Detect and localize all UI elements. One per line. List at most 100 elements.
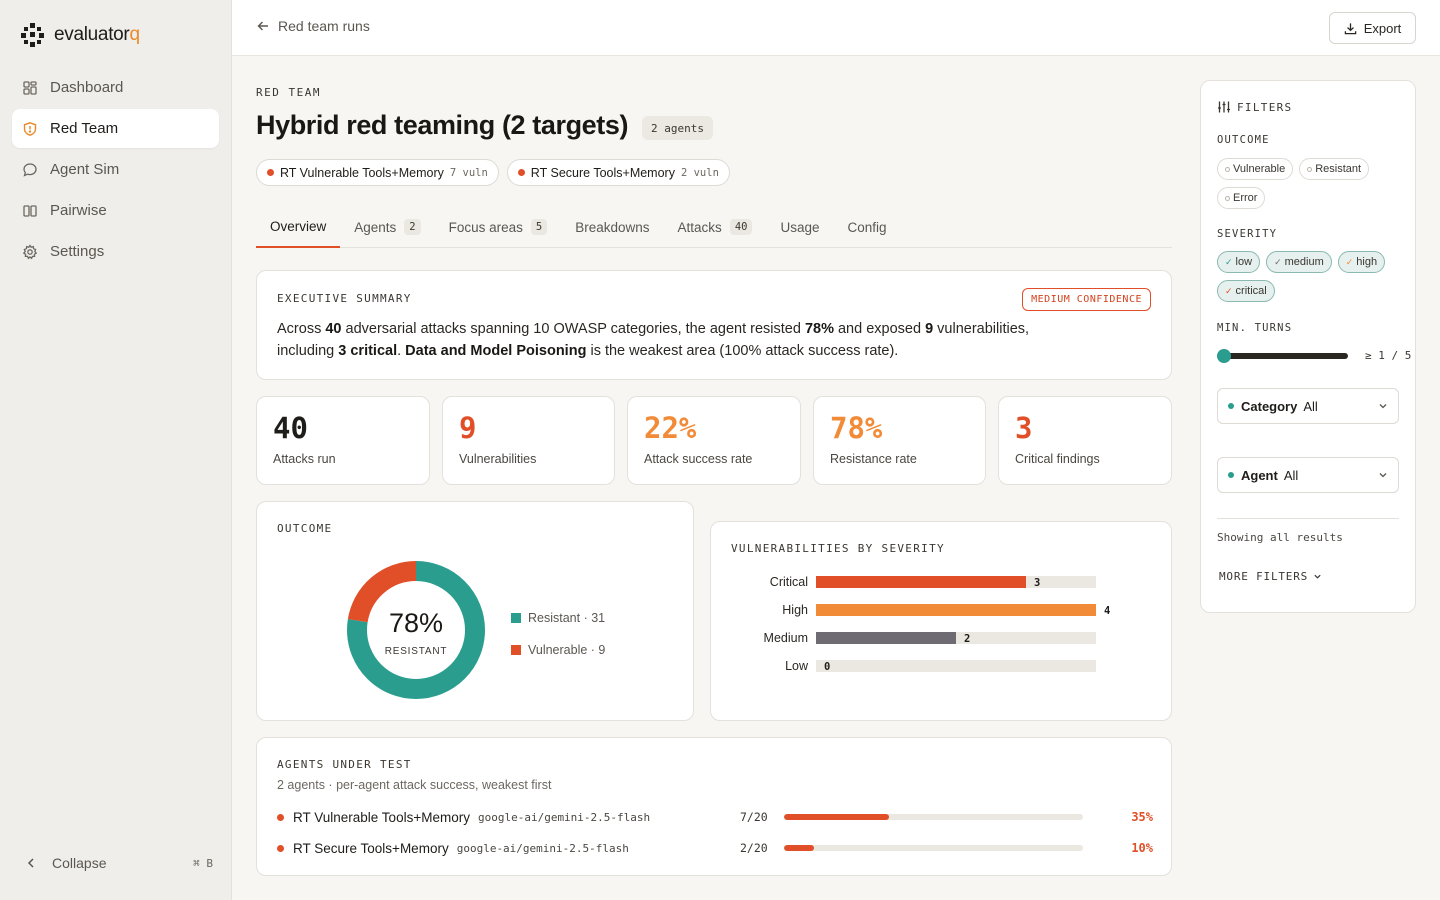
more-filters-button[interactable]: MORE FILTERS bbox=[1219, 570, 1322, 583]
filter-chip-low[interactable]: ✓ low bbox=[1217, 251, 1261, 273]
agent-name: RT Secure Tools+Memory bbox=[293, 840, 449, 856]
export-label: Export bbox=[1363, 20, 1402, 36]
target-vuln-count: 2 vuln bbox=[680, 166, 719, 179]
target-vuln-count: 7 vuln bbox=[449, 166, 488, 179]
chevron-down-icon bbox=[1379, 473, 1387, 478]
filter-chip-resistant[interactable]: Resistant bbox=[1299, 158, 1370, 180]
chip-label: critical bbox=[1235, 285, 1267, 297]
target-chip[interactable]: RT Vulnerable Tools+Memory 7 vuln bbox=[256, 159, 499, 186]
bar-critical bbox=[816, 576, 1026, 588]
filter-chip-critical[interactable]: ✓ critical bbox=[1217, 280, 1275, 302]
tab-usage[interactable]: Usage bbox=[766, 206, 833, 248]
agent-ratio: 2/20 bbox=[740, 841, 768, 855]
filter-chip-high[interactable]: ✓ high bbox=[1337, 251, 1386, 273]
agent-select[interactable]: Agent All bbox=[1217, 457, 1399, 493]
tab-breakdowns[interactable]: Breakdowns bbox=[561, 206, 663, 248]
target-name: RT Secure Tools+Memory bbox=[530, 165, 675, 180]
filter-chip-medium[interactable]: ✓ medium bbox=[1266, 251, 1332, 273]
filters-title: FILTERS bbox=[1237, 100, 1293, 114]
bar-value-high: 4 bbox=[1104, 605, 1110, 617]
filter-chip-vulnerable[interactable]: Vulnerable bbox=[1217, 158, 1294, 180]
status-dot bbox=[1228, 472, 1234, 478]
legend-item-resistant: Resistant · 31 bbox=[511, 602, 605, 634]
tab-label: Breakdowns bbox=[575, 219, 650, 235]
outcome-donut-chart: 78% RESISTANT bbox=[347, 561, 485, 699]
sidebar-item-label: Agent Sim bbox=[50, 161, 120, 178]
sidebar-item-red-team[interactable]: Red Team bbox=[12, 109, 219, 148]
logo-icon bbox=[21, 23, 44, 47]
bar-label-medium: Medium bbox=[764, 631, 808, 645]
stat-label: Critical findings bbox=[1015, 452, 1100, 466]
results-status: Showing all results bbox=[1217, 531, 1343, 544]
tab-config[interactable]: Config bbox=[834, 206, 901, 248]
tab-badge: 2 bbox=[404, 219, 421, 235]
agent-row[interactable]: RT Vulnerable Tools+Memory google-ai/gem… bbox=[277, 807, 1153, 827]
target-chip[interactable]: RT Secure Tools+Memory 2 vuln bbox=[506, 159, 730, 186]
tab-attacks[interactable]: Attacks 40 bbox=[664, 206, 767, 248]
tab-label: Agents bbox=[354, 219, 397, 235]
collapse-button[interactable]: Collapse ⌘ B bbox=[12, 848, 219, 878]
agents-under-test-card: AGENTS UNDER TEST 2 agents · per-agent a… bbox=[256, 737, 1172, 876]
tab-agents[interactable]: Agents 2 bbox=[340, 206, 434, 248]
more-filters-label: MORE FILTERS bbox=[1219, 570, 1309, 583]
severity-card: VULNERABILITIES BY SEVERITY Critical 3 Hig… bbox=[710, 521, 1172, 721]
agent-success-pct: 35% bbox=[1131, 810, 1153, 824]
tab-focus-areas[interactable]: Focus areas 5 bbox=[435, 206, 562, 248]
stat-label: Vulnerabilities bbox=[459, 452, 537, 466]
bar-value-critical: 3 bbox=[1034, 577, 1040, 589]
legend-swatch bbox=[511, 613, 521, 623]
filter-min-turns-label: MIN. TURNS bbox=[1217, 322, 1293, 334]
status-dot bbox=[1228, 403, 1234, 409]
export-button[interactable]: Export bbox=[1329, 12, 1416, 44]
sidebar-item-settings[interactable]: Settings bbox=[12, 232, 219, 271]
chip-label: Resistant bbox=[1315, 163, 1362, 175]
filters-header: FILTERS bbox=[1217, 100, 1292, 114]
sidebar-item-dashboard[interactable]: Dashboard bbox=[12, 68, 219, 107]
slider-thumb[interactable] bbox=[1217, 349, 1231, 363]
min-turns-slider[interactable]: ≥ 1 / 5 bbox=[1217, 349, 1413, 363]
legend-item-vulnerable: Vulnerable · 9 bbox=[511, 634, 605, 666]
tab-label: Config bbox=[847, 219, 887, 235]
stat-value: 3 bbox=[1015, 411, 1033, 445]
agent-ratio: 7/20 bbox=[740, 810, 768, 824]
select-label: Category bbox=[1241, 398, 1298, 414]
target-chips: RT Vulnerable Tools+Memory 7 vuln RT Sec… bbox=[256, 159, 730, 186]
chip-label: Vulnerable bbox=[1233, 163, 1286, 175]
gear-icon bbox=[22, 243, 38, 259]
donut-legend: Resistant · 31 Vulnerable · 9 bbox=[511, 602, 605, 666]
page-eyebrow: RED TEAM bbox=[256, 86, 321, 99]
logo-text: evaluatorq bbox=[54, 24, 140, 45]
bar-value-low: 0 bbox=[824, 661, 830, 673]
legend-label: Vulnerable · 9 bbox=[528, 643, 606, 657]
filter-chip-error[interactable]: Error bbox=[1217, 187, 1266, 209]
agent-name: RT Vulnerable Tools+Memory bbox=[293, 809, 470, 825]
chip-label: medium bbox=[1284, 256, 1324, 268]
back-link[interactable]: Red team runs bbox=[256, 18, 370, 34]
executive-summary-card: EXECUTIVE SUMMARY MEDIUM CONFIDENCE Acro… bbox=[256, 270, 1172, 380]
unchecked-icon bbox=[1307, 166, 1313, 172]
stat-label: Resistance rate bbox=[830, 452, 917, 466]
summary-text: Across 40 adversarial attacks spanning 1… bbox=[277, 321, 1030, 359]
check-icon: ✓ bbox=[1225, 285, 1233, 296]
confidence-badge: MEDIUM CONFIDENCE bbox=[1022, 288, 1151, 311]
tab-overview[interactable]: Overview bbox=[256, 206, 341, 248]
agents-count-pill: 2 agents bbox=[642, 116, 713, 140]
bar-high bbox=[816, 604, 1096, 616]
topbar: Red team runs Export bbox=[232, 0, 1440, 56]
logo[interactable]: evaluatorq bbox=[20, 22, 140, 48]
check-icon: ✓ bbox=[1345, 256, 1354, 267]
filter-severity-label: SEVERITY bbox=[1217, 228, 1278, 240]
legend-swatch bbox=[511, 645, 521, 655]
agent-row[interactable]: RT Secure Tools+Memory google-ai/gemini-… bbox=[277, 838, 1153, 858]
sidebar-item-agent-sim[interactable]: Agent Sim bbox=[12, 150, 219, 189]
grid-icon bbox=[23, 80, 37, 95]
filters-panel: FILTERS OUTCOME Vulnerable Resistant Err… bbox=[1200, 80, 1416, 613]
card-title: VULNERABILITIES BY SEVERITY bbox=[731, 542, 945, 555]
card-title: EXECUTIVE SUMMARY bbox=[277, 292, 412, 305]
check-icon: ✓ bbox=[1225, 256, 1233, 267]
status-dot bbox=[267, 169, 274, 176]
sidebar-item-pairwise[interactable]: Pairwise bbox=[12, 191, 219, 230]
category-select[interactable]: Category All bbox=[1217, 388, 1399, 424]
select-value: All bbox=[1283, 467, 1299, 483]
agent-progress-fill bbox=[784, 845, 814, 851]
